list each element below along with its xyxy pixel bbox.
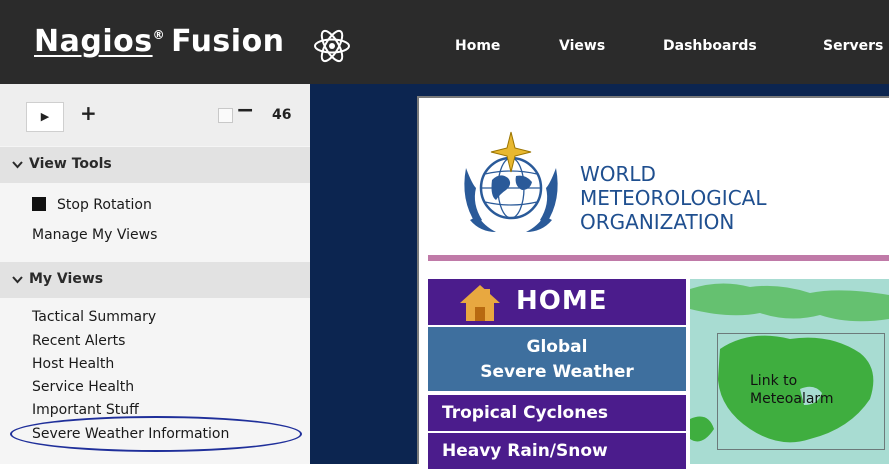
- meteoalarm-line1: Link to: [750, 373, 798, 389]
- stop-rotation-label: Stop Rotation: [57, 197, 152, 213]
- view-recent-alerts[interactable]: Recent Alerts: [32, 333, 125, 349]
- meteoalarm-link-label: Link to Meteoalarm: [750, 372, 834, 408]
- view-tools-label: View Tools: [29, 156, 112, 172]
- nav-dashboards[interactable]: Dashboards: [663, 38, 757, 54]
- view-tactical-summary[interactable]: Tactical Summary: [32, 309, 156, 325]
- tropical-cyclones-link[interactable]: Tropical Cyclones: [428, 395, 686, 431]
- my-views-label: My Views: [29, 271, 104, 287]
- global-severe-weather-link[interactable]: Global Severe Weather: [428, 327, 686, 391]
- meteoalarm-line2: Meteoalarm: [750, 391, 834, 407]
- chevron-down-icon: [12, 276, 23, 284]
- nav-views[interactable]: Views: [559, 38, 605, 54]
- atom-icon: [314, 29, 350, 63]
- play-button[interactable]: ▶: [26, 102, 64, 132]
- view-service-health[interactable]: Service Health: [32, 379, 134, 395]
- my-views-header[interactable]: My Views: [0, 262, 310, 298]
- rotation-controls: ▶ + − 46: [0, 84, 310, 146]
- wmo-title: WORLD METEOROLOGICAL ORGANIZATION: [580, 162, 766, 234]
- chevron-down-icon: [12, 161, 23, 169]
- wmo-emblem-icon: [464, 131, 558, 232]
- view-host-health[interactable]: Host Health: [32, 356, 114, 372]
- sidebar: ▶ + − 46 View Tools Stop Rotation Manage…: [0, 84, 310, 464]
- wmo-title-line2: METEOROLOGICAL: [580, 186, 767, 210]
- manage-views-link[interactable]: Manage My Views: [32, 227, 157, 243]
- rotation-checkbox[interactable]: [218, 108, 233, 123]
- divider-bar: [428, 255, 889, 261]
- brand-product: Fusion: [171, 24, 285, 59]
- brand-name: Nagios: [34, 24, 153, 59]
- view-tools-header[interactable]: View Tools: [0, 147, 310, 183]
- global-line2: Severe Weather: [480, 362, 634, 382]
- stop-icon: [32, 197, 46, 211]
- increase-interval-button[interactable]: +: [80, 101, 97, 125]
- meteoalarm-link[interactable]: Link to Meteoalarm: [717, 333, 885, 450]
- wmo-title-line1: WORLD: [580, 162, 656, 186]
- nav-servers[interactable]: Servers: [823, 38, 883, 54]
- decrease-interval-button[interactable]: −: [236, 98, 254, 123]
- house-icon: [460, 285, 500, 321]
- rotation-interval-value: 46: [272, 107, 292, 123]
- wmo-home-label: HOME: [516, 286, 608, 316]
- wmo-title-line3: ORGANIZATION: [580, 210, 735, 234]
- nav-home[interactable]: Home: [455, 38, 500, 54]
- stop-rotation-link[interactable]: Stop Rotation: [32, 197, 152, 213]
- global-line1: Global: [526, 337, 588, 357]
- highlight-annotation: [10, 416, 302, 452]
- nagios-fusion-logo[interactable]: Nagios® Fusion: [34, 24, 285, 59]
- brand-registered-mark: ®: [152, 28, 166, 42]
